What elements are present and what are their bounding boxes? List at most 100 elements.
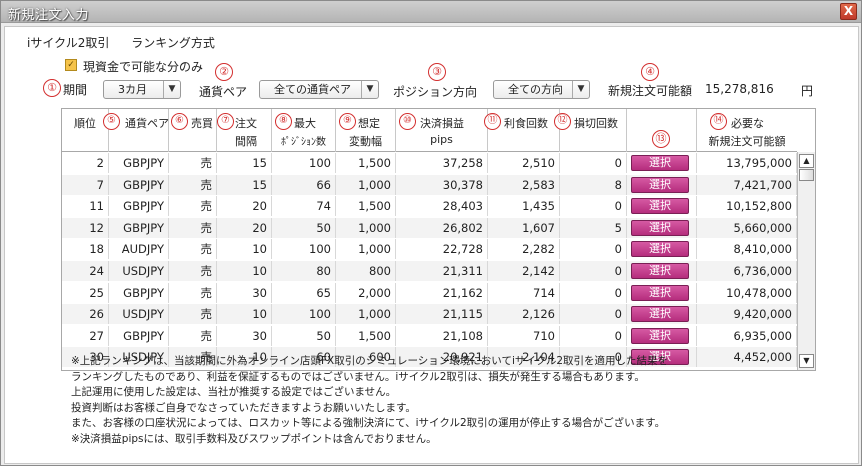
select-button[interactable]: 選択 <box>631 198 689 215</box>
cell-required: 5,660,000 <box>697 217 797 238</box>
select-button[interactable]: 選択 <box>631 155 689 171</box>
cell-select: 選択 <box>627 261 697 281</box>
pair-select-value: 全ての通貨ペア <box>274 83 351 96</box>
cell-interval: 10 <box>217 304 272 325</box>
note-line: 投資判断はお客様ご自身でなさっていただきますようお願いいたします。 <box>71 401 416 414</box>
pair-select[interactable]: 全ての通貨ペア ▼ <box>259 80 379 99</box>
chevron-down-icon: ▼ <box>361 81 378 98</box>
select-button[interactable]: 選択 <box>631 241 689 258</box>
cell-select: 選択 <box>627 217 697 238</box>
select-button[interactable]: 選択 <box>631 306 689 323</box>
cell-wins: 2,142 <box>488 261 560 281</box>
pair-label: 通貨ペア <box>199 85 248 99</box>
header-required[interactable]: ⑭ 必要な 新規注文可能額 <box>697 109 797 152</box>
cell-interval: 20 <box>217 196 272 217</box>
table-row[interactable]: 11 GBPJPY 売 20 74 1,500 28,403 1,435 0 選択 10,152,8… <box>62 196 797 217</box>
header-losses-label: 損切回数 <box>574 117 618 130</box>
cell-side: 売 <box>169 217 217 238</box>
cell-range: 1,500 <box>336 153 396 173</box>
table-row[interactable]: 2 GBPJPY 売 15 100 1,500 37,258 2,510 0 選択 13,795,0… <box>62 153 797 173</box>
marker-8: ⑧ <box>275 113 292 130</box>
cell-interval: 10 <box>217 239 272 260</box>
cell-max-positions: 66 <box>272 174 336 195</box>
header-pl-label-2: pips <box>430 133 453 146</box>
scroll-thumb[interactable] <box>799 169 814 181</box>
header-losses[interactable]: ⑫ 損切回数 <box>554 109 627 152</box>
select-button[interactable]: 選択 <box>631 176 689 193</box>
funds-only-checkbox[interactable]: ✓ <box>65 59 77 71</box>
table-row[interactable]: 26 USDJPY 売 10 100 1,000 21,115 2,126 0 選択 9,420,0… <box>62 304 797 325</box>
mode-tabs: iサイクル2取引 ランキング方式 <box>27 34 233 51</box>
cell-select: 選択 <box>627 282 697 303</box>
cell-range: 1,000 <box>336 174 396 195</box>
table-row[interactable]: 18 AUDJPY 売 10 100 1,000 22,728 2,282 0 選択 8,410,0… <box>62 239 797 260</box>
cell-wins: 1,435 <box>488 196 560 217</box>
cell-range: 1,000 <box>336 304 396 325</box>
cell-interval: 15 <box>217 153 272 173</box>
tab-ranking[interactable]: ランキング方式 <box>131 36 215 50</box>
cell-interval: 10 <box>217 261 272 281</box>
cell-interval: 30 <box>217 282 272 303</box>
cell-losses: 8 <box>560 174 627 195</box>
title-bar[interactable]: 新規注文入力 X <box>1 1 861 23</box>
cell-range: 1,500 <box>336 196 396 217</box>
header-pl[interactable]: ⑩ 決済損益 pips <box>396 109 488 152</box>
cell-rank: 2 <box>62 153 109 173</box>
marker-1: ① <box>43 79 61 97</box>
direction-select[interactable]: 全ての方向 ▼ <box>493 80 590 99</box>
cell-required: 10,478,000 <box>697 282 797 303</box>
header-required-label-2: 新規注文可能額 <box>708 135 786 148</box>
header-interval[interactable]: ⑦ 注文 間隔 <box>217 109 272 152</box>
available-value: 15,278,816 <box>705 82 774 96</box>
header-range-label-1: 想定 <box>358 117 380 130</box>
note-line: ランキングしたものであり、利益を保証するものではございません。iサイクル2取引は… <box>71 370 645 383</box>
select-button[interactable]: 選択 <box>631 327 689 344</box>
marker-12: ⑫ <box>554 113 571 130</box>
tab-icycle2[interactable]: iサイクル2取引 <box>27 36 109 50</box>
cell-wins: 714 <box>488 282 560 303</box>
direction-select-value: 全ての方向 <box>508 83 563 96</box>
header-side[interactable]: ⑥ 売買 <box>169 109 217 152</box>
cell-pl: 21,108 <box>396 325 488 346</box>
scroll-down-icon[interactable]: ▼ <box>799 354 814 368</box>
cell-pair: AUDJPY <box>109 239 169 260</box>
header-maxpos-label-2: ﾎﾟｼﾞｼｮﾝ数 <box>281 137 326 148</box>
cell-wins: 2,583 <box>488 174 560 195</box>
cell-side: 売 <box>169 261 217 281</box>
period-select[interactable]: 3カ月 ▼ <box>103 80 181 99</box>
table-scrollbar[interactable]: ▲ ▼ <box>797 152 815 370</box>
select-button[interactable]: 選択 <box>631 263 689 279</box>
cell-max-positions: 50 <box>272 325 336 346</box>
table-row[interactable]: 12 GBPJPY 売 20 50 1,000 26,802 1,607 5 選択 5,660,00… <box>62 217 797 238</box>
cell-wins: 1,607 <box>488 217 560 238</box>
cell-rank: 24 <box>62 261 109 281</box>
header-pair-label: 通貨ペア <box>125 117 169 130</box>
scroll-up-icon[interactable]: ▲ <box>799 154 814 168</box>
close-button[interactable]: X <box>840 3 857 20</box>
cell-range: 1,000 <box>336 217 396 238</box>
table-row[interactable]: 25 GBPJPY 売 30 65 2,000 21,162 714 0 選択 10,478,000 <box>62 282 797 303</box>
cell-required: 10,152,800 <box>697 196 797 217</box>
cell-required: 6,736,000 <box>697 261 797 281</box>
cell-pair: GBPJPY <box>109 196 169 217</box>
table-row[interactable]: 24 USDJPY 売 10 80 800 21,311 2,142 0 選択 6,736,000 <box>62 261 797 281</box>
cell-pair: GBPJPY <box>109 174 169 195</box>
cell-pl: 26,802 <box>396 217 488 238</box>
header-max-positions[interactable]: ⑧ 最大 ﾎﾟｼﾞｼｮﾝ数 <box>272 109 336 152</box>
header-rank[interactable]: 順位 <box>62 109 109 152</box>
select-button[interactable]: 選択 <box>631 284 689 301</box>
chevron-down-icon: ▼ <box>572 81 589 98</box>
table-row[interactable]: 7 GBPJPY 売 15 66 1,000 30,378 2,583 8 選択 7,421,700 <box>62 174 797 195</box>
header-wins-label: 利食回数 <box>504 117 548 130</box>
header-wins[interactable]: ⑪ 利食回数 <box>484 109 560 152</box>
cell-interval: 30 <box>217 325 272 346</box>
select-button[interactable]: 選択 <box>631 219 689 236</box>
table-row[interactable]: 27 GBPJPY 売 30 50 1,500 21,108 710 0 選択 6,935,000 <box>62 325 797 346</box>
header-rank-label: 順位 <box>74 117 96 130</box>
header-range[interactable]: ⑨ 想定 変動幅 <box>336 109 396 152</box>
marker-6: ⑥ <box>171 113 188 130</box>
header-range-label-2: 変動幅 <box>349 135 382 148</box>
cell-required: 13,795,000 <box>697 153 797 173</box>
header-pair[interactable]: ⑤ 通貨ペア <box>103 109 169 152</box>
header-select: ⑬ <box>627 109 697 152</box>
